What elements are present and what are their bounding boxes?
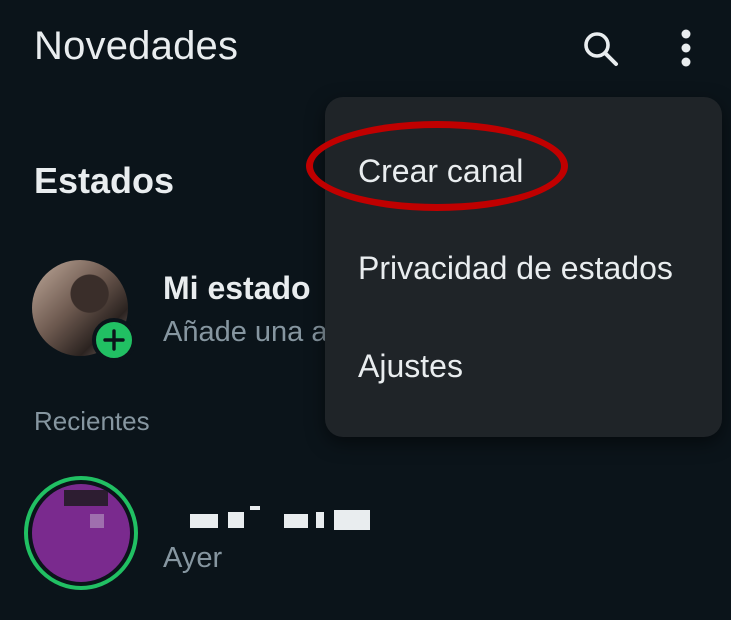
search-button[interactable] <box>576 24 626 74</box>
status-time: Ayer <box>163 542 223 574</box>
unseen-status-ring <box>24 476 138 590</box>
search-icon <box>584 32 618 66</box>
contact-name-redacted <box>164 506 370 532</box>
more-vert-icon <box>681 29 691 67</box>
status-list-item[interactable]: Ayer <box>24 476 524 592</box>
my-status-name: Mi estado <box>163 270 311 306</box>
status-section-title: Estados <box>34 160 175 201</box>
plus-icon <box>103 329 125 351</box>
menu-item-create-channel[interactable]: Crear canal <box>358 146 523 196</box>
overflow-menu: Crear canal Privacidad de estados Ajuste… <box>325 97 722 437</box>
menu-item-status-privacy[interactable]: Privacidad de estados <box>358 243 673 293</box>
page-title: Novedades <box>34 24 239 68</box>
menu-item-settings[interactable]: Ajustes <box>358 341 463 391</box>
my-status-subtitle: Añade una a <box>163 316 328 348</box>
more-options-button[interactable] <box>666 22 706 74</box>
add-status-badge[interactable] <box>92 318 136 362</box>
avatar <box>32 484 130 582</box>
recent-label: Recientes <box>34 406 150 436</box>
